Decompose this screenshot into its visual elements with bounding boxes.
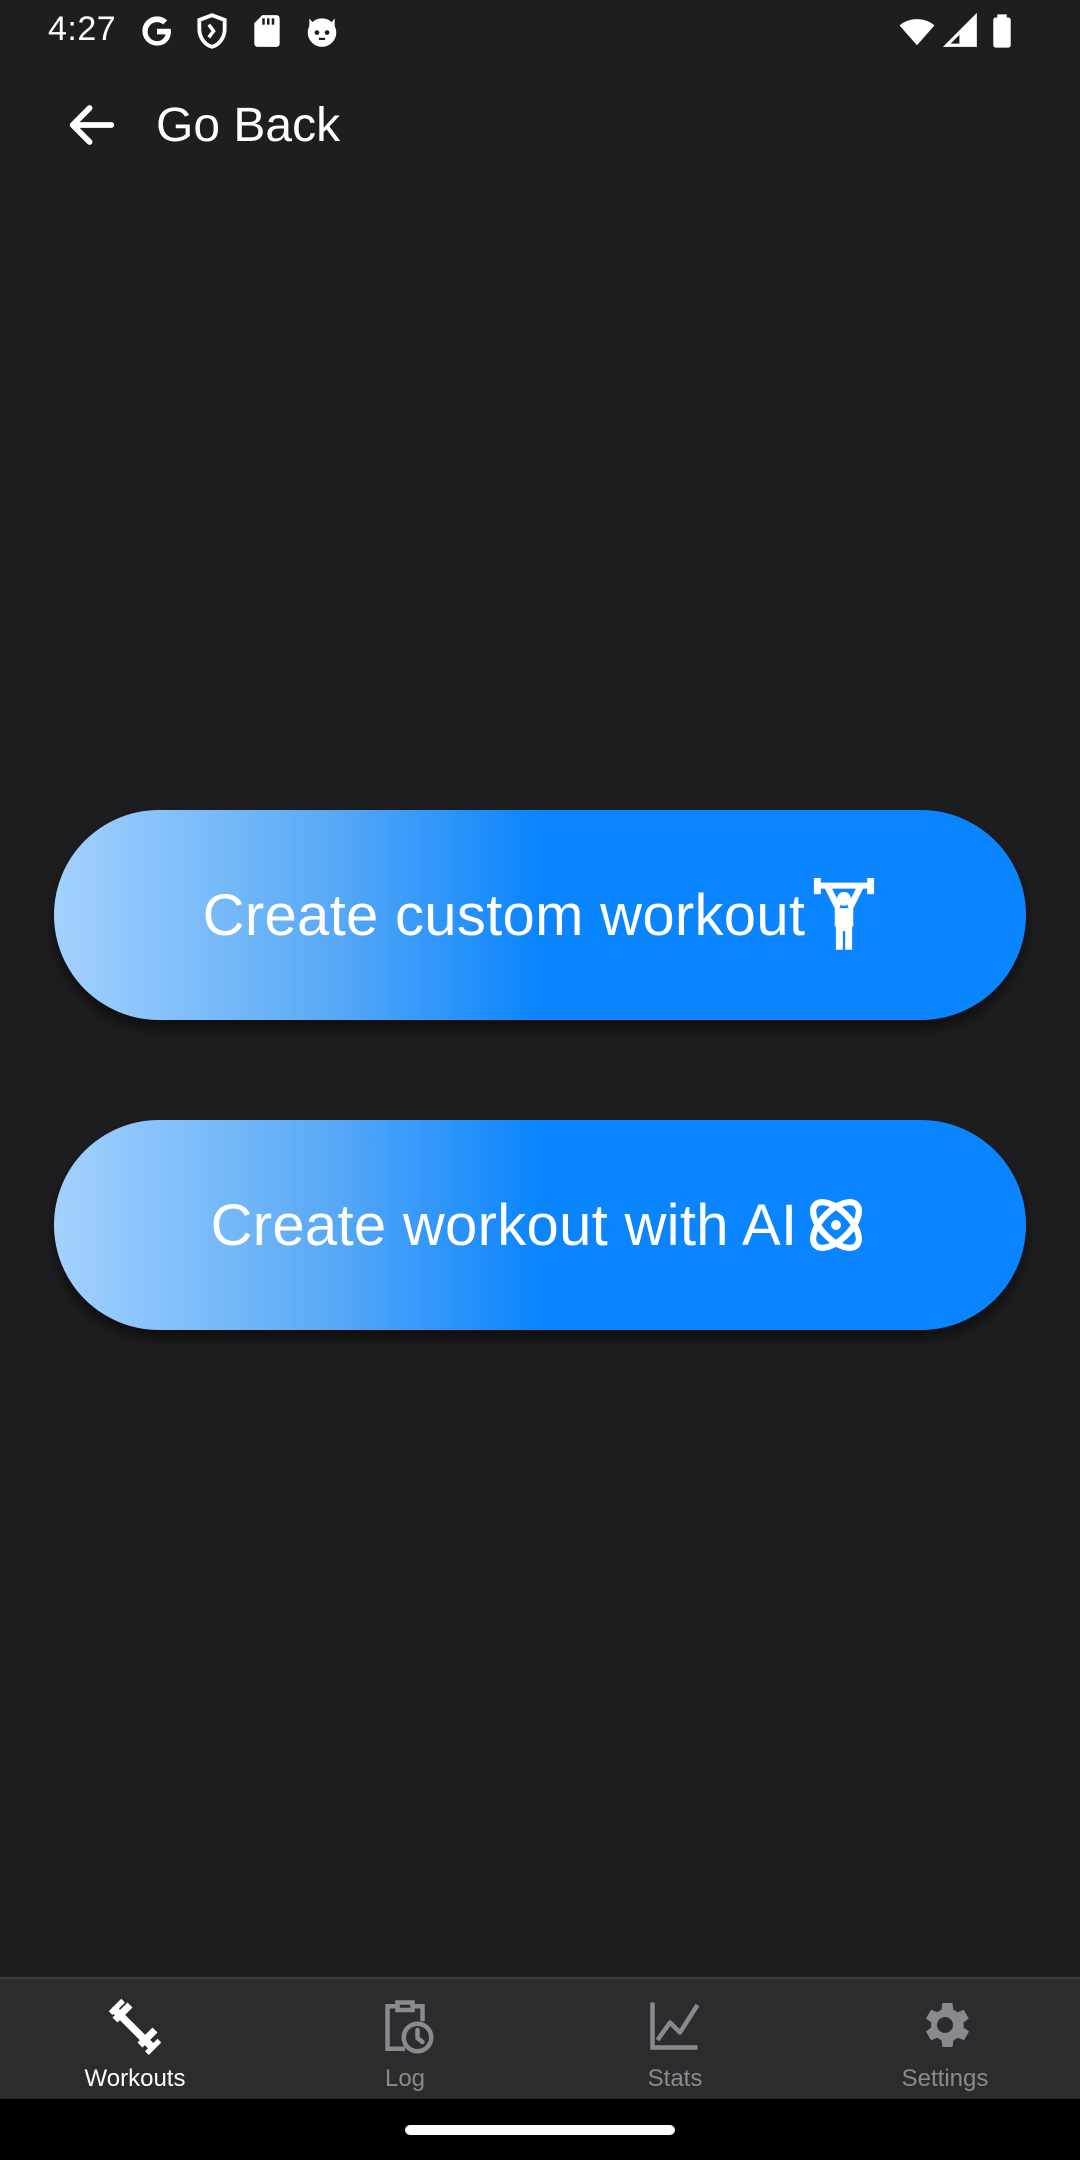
create-custom-workout-label: Create custom workout: [202, 882, 806, 948]
sd-card-icon: [248, 12, 286, 50]
gesture-navigation-bar: [0, 2099, 1080, 2160]
status-time: 4:27: [48, 10, 117, 48]
nav-item-workouts[interactable]: Workouts: [0, 1979, 270, 2099]
nav-item-settings[interactable]: Settings: [810, 1979, 1080, 2099]
nav-label-settings: Settings: [901, 2065, 989, 2092]
bottom-navigation: Workouts Log Stats Settings: [0, 1977, 1080, 2099]
atom-icon: [803, 1188, 869, 1262]
go-back-button[interactable]: Go Back: [40, 80, 360, 170]
top-app-bar: Go Back: [0, 70, 1080, 180]
nav-label-workouts: Workouts: [84, 2065, 186, 2092]
screen: 4:27 Go Back Create custom workout Creat…: [0, 0, 1080, 2160]
status-bar: 4:27: [0, 0, 1080, 62]
signal-icon: [942, 12, 980, 50]
create-workout-with-ai-button[interactable]: Create workout with AI: [54, 1120, 1026, 1330]
shield-icon: [193, 12, 231, 50]
cat-icon: [303, 12, 341, 50]
home-gesture-handle[interactable]: [405, 2125, 675, 2135]
line-chart-icon: [645, 1995, 705, 2055]
gear-icon: [915, 1995, 975, 2055]
clipboard-clock-icon: [375, 1995, 435, 2055]
go-back-label: Go Back: [156, 98, 341, 152]
nav-label-log: Log: [384, 2065, 426, 2092]
nav-label-stats: Stats: [647, 2065, 703, 2092]
create-workout-with-ai-label: Create workout with AI: [210, 1192, 798, 1258]
wifi-icon: [898, 12, 936, 50]
google-icon: [138, 12, 176, 50]
weightlifter-icon: [811, 878, 877, 952]
battery-icon: [983, 12, 1021, 50]
dumbbell-icon: [105, 1995, 165, 2055]
arrow-left-icon: [40, 80, 144, 170]
nav-item-stats[interactable]: Stats: [540, 1979, 810, 2099]
nav-item-log[interactable]: Log: [270, 1979, 540, 2099]
create-custom-workout-button[interactable]: Create custom workout: [54, 810, 1026, 1020]
